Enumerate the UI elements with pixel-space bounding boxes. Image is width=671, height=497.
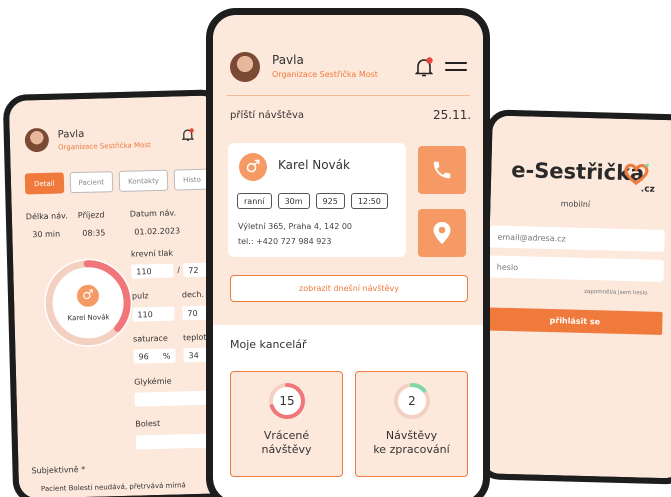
pending-visits-count: 2 [408, 394, 416, 408]
tile-label-line: Vrácené [263, 429, 310, 442]
phone-login-screen: e-Sestřička .cz mobilní email@adresa.cz … [477, 109, 671, 485]
tile-label-line: Návštěvy [385, 429, 438, 442]
tlak-systolic-input[interactable]: 110 [131, 263, 174, 279]
detail-tabs: Detail Pacient Kontakty Histo [24, 168, 211, 195]
login-screen: e-Sestřička .cz mobilní email@adresa.cz … [483, 115, 671, 479]
visit-chip: 30m [277, 193, 310, 209]
returned-visits-label: Vrácené návštěvy [231, 429, 342, 457]
patient-progress-circle: ♂ Karel Novák [43, 257, 134, 348]
next-visit-date: 25.11. [433, 108, 472, 122]
returned-visits-tile[interactable]: 15 Vrácené návštěvy [230, 371, 343, 477]
bolest-label: Bolest [135, 418, 161, 429]
logo-subtitle: mobilní [560, 199, 591, 210]
visit-chip: ranní [237, 193, 272, 209]
avatar[interactable] [230, 52, 260, 82]
phone-icon [433, 161, 451, 179]
detail-screen: Pavla Organizace Sestřička Most Detail P… [8, 95, 230, 497]
avatar[interactable] [24, 127, 50, 153]
tab-pacient[interactable]: Pacient [69, 171, 114, 194]
datum-value[interactable]: 01.02.2023 [134, 226, 180, 236]
saturace-value: 96 [138, 351, 149, 362]
logo-tld: .cz [640, 184, 655, 195]
forgot-password-link[interactable]: zapomněl/a jsem heslo [584, 289, 647, 297]
prijezd-label: Příjezd [77, 210, 105, 221]
tlak-separator: / [177, 265, 181, 275]
prijezd-value[interactable]: 08:35 [82, 228, 105, 238]
tlak-label: krevní tlak [130, 248, 174, 259]
logo-text: e-Sestřičk [510, 157, 631, 186]
subjektivne-label: Subjektivně * [31, 464, 86, 476]
male-icon: ♂ [239, 153, 267, 181]
organization-name: Organizace Sestřička Most [57, 141, 151, 152]
teplota-label: teplot [182, 332, 207, 343]
visit-chip: 12:50 [350, 193, 388, 209]
navigate-button[interactable] [418, 209, 466, 257]
heart-logo-icon [624, 162, 650, 186]
user-name: Pavla [57, 128, 85, 141]
pulz-input[interactable]: 110 [132, 306, 175, 322]
location-pin-icon [433, 222, 451, 244]
dech-label: dech. [181, 289, 205, 300]
phone-home-screen: Pavla Organizace Sestřička Most příští n… [206, 8, 490, 497]
home-screen: Pavla Organizace Sestřička Most příští n… [213, 15, 483, 497]
glykemie-label: Glykémie [134, 376, 172, 387]
password-field[interactable]: heslo [488, 255, 664, 282]
saturace-unit: % [162, 351, 171, 361]
next-visit-card[interactable]: ♂ Karel Novák ranní 30m 925 12:50 Výletn… [228, 143, 406, 257]
returned-visits-count: 15 [279, 394, 295, 408]
organization-name: Organizace Sestřička Most [272, 70, 378, 79]
visit-chips: ranní 30m 925 12:50 [237, 193, 388, 209]
saturace-label: saturace [132, 333, 169, 344]
patient-name: Karel Novák [278, 158, 350, 172]
hamburger-menu-icon[interactable] [445, 61, 467, 73]
subjektivne-text[interactable]: Pacient Bolesti neudává, přetrvává mírná [41, 481, 186, 493]
office-title: Moje kancelář [230, 338, 307, 351]
next-visit-label: příští návštěva [230, 110, 305, 121]
pending-visits-label: Návštěvy ke zpracování [356, 429, 467, 457]
login-button[interactable]: přihlásit se [487, 307, 663, 335]
tile-label-line: ke zpracování [373, 443, 450, 456]
pending-visits-tile[interactable]: 2 Návštěvy ke zpracování [355, 371, 468, 477]
app-logo: e-Sestřička .cz [510, 157, 655, 195]
tab-detail[interactable]: Detail [24, 172, 64, 195]
patient-phone: tel.: +420 727 984 923 [238, 237, 332, 246]
datum-label: Datum náv. [129, 208, 177, 219]
tile-label-line: návštěvy [261, 443, 312, 456]
pulz-label: pulz [131, 291, 149, 301]
patient-address: Výletní 365, Praha 4, 142 00 [238, 222, 353, 231]
saturace-input[interactable]: 96 % [133, 348, 176, 364]
delka-label: Délka náv. [25, 211, 68, 222]
email-field[interactable]: email@adresa.cz [489, 225, 665, 253]
header-divider [227, 95, 470, 96]
tab-historie[interactable]: Histo [173, 168, 211, 191]
bell-icon[interactable] [415, 57, 433, 77]
user-name: Pavla [272, 53, 304, 67]
phone-detail-screen: Pavla Organizace Sestřička Most Detail P… [2, 89, 236, 497]
call-button[interactable] [418, 146, 466, 194]
delka-value[interactable]: 30 min [32, 230, 60, 240]
visit-chip: 925 [315, 193, 345, 209]
tab-kontakty[interactable]: Kontakty [118, 169, 169, 192]
bell-icon[interactable] [181, 128, 194, 142]
show-today-visits-button[interactable]: zobrazit dnešní návštěvy [230, 275, 468, 302]
